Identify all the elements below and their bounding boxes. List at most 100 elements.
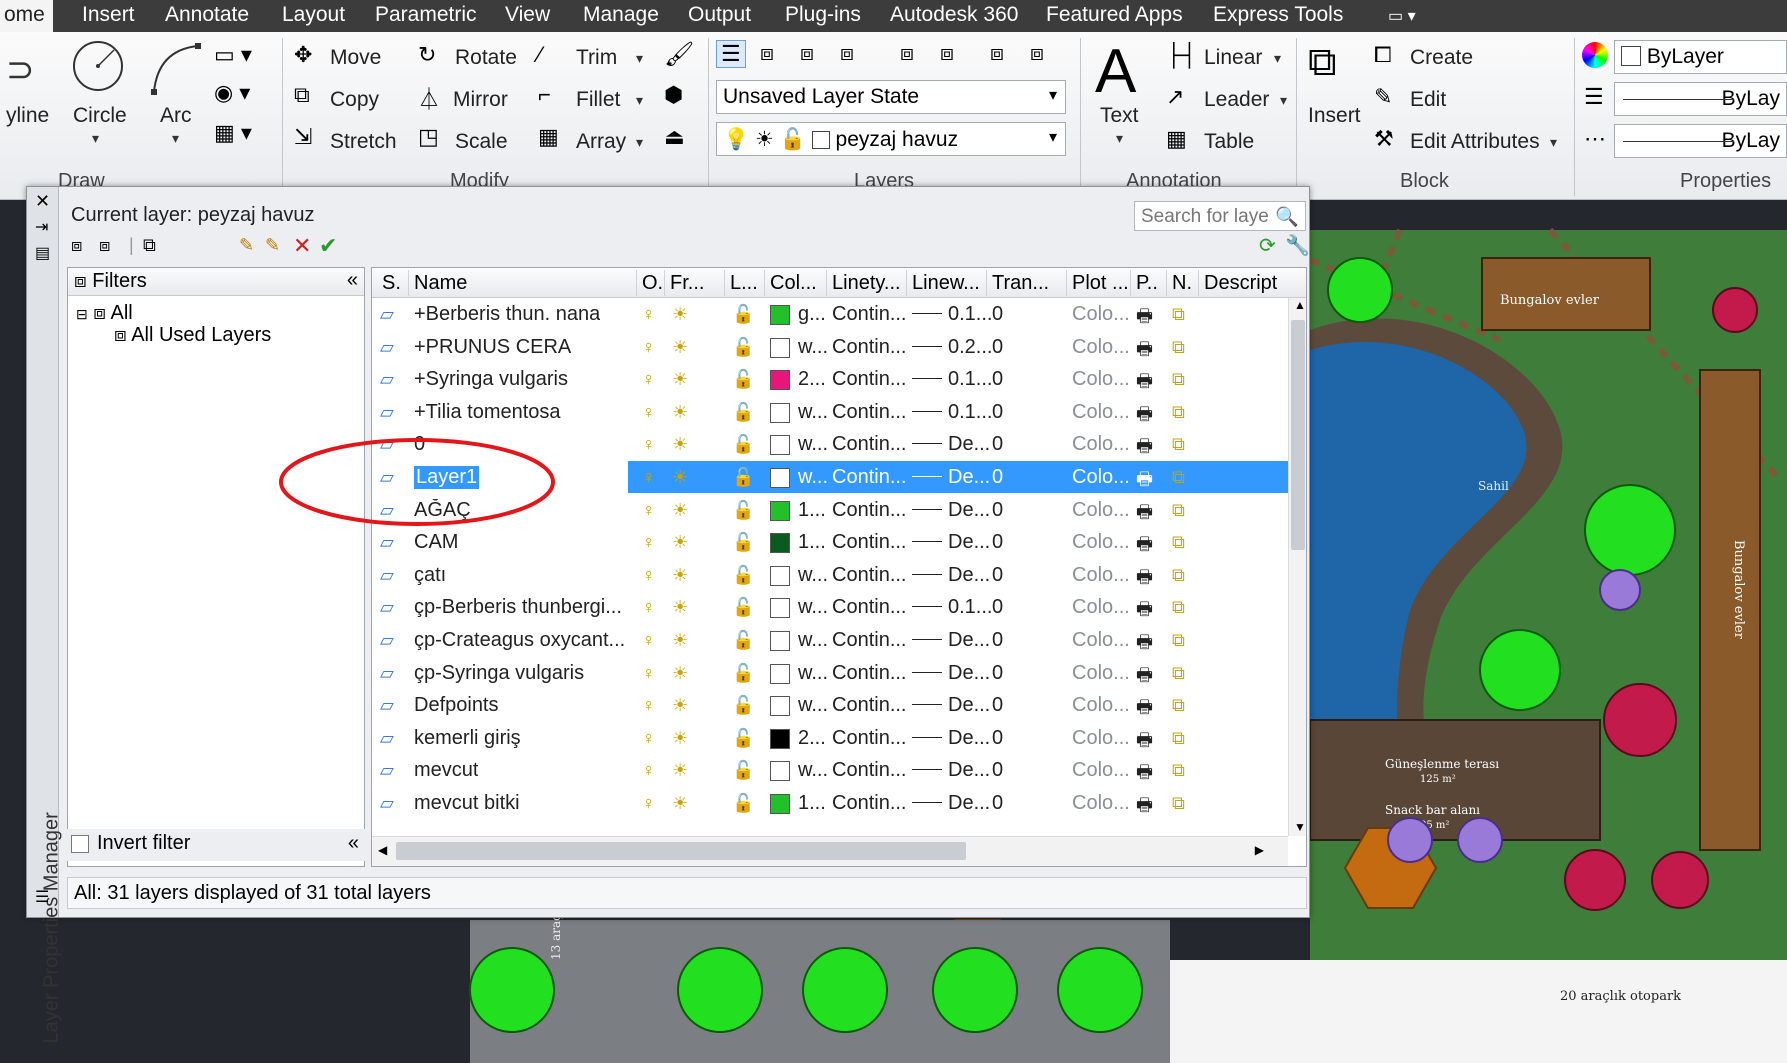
scroll-thumb[interactable]	[1291, 320, 1305, 550]
printer-icon[interactable]: 🖶	[1136, 728, 1153, 758]
printer-icon[interactable]: 🖶	[1136, 695, 1153, 725]
new-filter-icon[interactable]: ⧈	[71, 235, 82, 256]
lock-icon[interactable]: 🔓	[732, 500, 754, 521]
layer-color-swatch[interactable]	[770, 598, 790, 619]
layer-plot-style[interactable]: Colo...	[1072, 401, 1130, 424]
sun-icon[interactable]: ☀	[672, 663, 688, 684]
layer-plot-style[interactable]: Colo...	[1072, 596, 1130, 619]
fillet-chevron-down-icon[interactable]: ▾	[636, 92, 643, 109]
hatch-icon[interactable]: ◉ ▾	[214, 80, 250, 106]
bulb-icon[interactable]: ♀	[642, 597, 656, 618]
new-viewport-freeze-icon[interactable]: ⧉	[1172, 760, 1185, 781]
column-header[interactable]: Descript	[1204, 272, 1277, 295]
layer-color-swatch[interactable]	[770, 533, 790, 554]
stretch-icon[interactable]: ⇲	[294, 124, 312, 150]
layer-plot-style[interactable]: Colo...	[1072, 466, 1130, 489]
rectangle-icon[interactable]: ▭ ▾	[214, 42, 252, 68]
leader-button[interactable]: Leader	[1204, 88, 1269, 112]
boundary-icon[interactable]: ▦ ▾	[214, 120, 252, 146]
scroll-down-icon[interactable]: ▼	[1294, 820, 1306, 834]
new-layer-frozen-icon[interactable]: ✎	[265, 235, 280, 256]
layer-color-swatch[interactable]	[770, 402, 790, 423]
column-separator[interactable]	[1166, 270, 1167, 296]
lock-icon[interactable]: 🔓	[732, 695, 754, 716]
layer-name[interactable]: mevcut	[414, 759, 478, 782]
layer-plot-style[interactable]: Colo...	[1072, 759, 1130, 782]
sun-icon[interactable]: ☀	[672, 402, 688, 423]
layer-color-name[interactable]: 2...	[798, 368, 826, 391]
layer-color-name[interactable]: w...	[798, 433, 828, 456]
fillet-button[interactable]: Fillet	[576, 88, 620, 112]
layer-color-name[interactable]: w...	[798, 629, 828, 652]
column-separator[interactable]	[906, 270, 907, 296]
layer-name[interactable]: mevcut bitki	[414, 792, 520, 815]
new-viewport-freeze-icon[interactable]: ⧉	[1172, 663, 1185, 684]
layer-name[interactable]: +Berberis thun. nana	[414, 303, 600, 326]
new-viewport-freeze-icon[interactable]: ⧉	[1172, 500, 1185, 521]
new-viewport-freeze-icon[interactable]: ⧉	[1172, 793, 1185, 814]
printer-icon[interactable]: 🖶	[1136, 402, 1153, 432]
layer-lineweight[interactable]: 0.1...	[948, 303, 992, 326]
new-layer-icon[interactable]: ✎	[239, 235, 254, 256]
create-button[interactable]: Create	[1410, 46, 1473, 70]
column-header[interactable]: L...	[730, 272, 758, 295]
layer-icon[interactable]: ⧈	[800, 40, 814, 66]
layer-color-name[interactable]: 1...	[798, 531, 826, 554]
bulb-icon[interactable]: ♀	[642, 695, 656, 716]
column-header[interactable]: Name	[414, 272, 467, 295]
layer-lineweight[interactable]: De...	[948, 499, 990, 522]
rotate-button[interactable]: Rotate	[455, 46, 517, 70]
bulb-icon[interactable]: ♀	[642, 728, 656, 749]
layer-plot-style[interactable]: Colo...	[1072, 629, 1130, 652]
invert-filter-checkbox[interactable]	[71, 835, 89, 853]
layer-lineweight[interactable]: De...	[948, 792, 990, 815]
bulb-icon[interactable]: ♀	[642, 434, 656, 455]
vertical-scrollbar[interactable]: ▲ ▼	[1288, 298, 1306, 836]
column-separator[interactable]	[408, 270, 409, 296]
printer-icon[interactable]: 🖶	[1136, 663, 1153, 693]
printer-icon[interactable]: 🖶	[1136, 630, 1153, 660]
tree-collapse-icon[interactable]: ⊟	[76, 306, 88, 322]
layer-color-name[interactable]: w...	[798, 694, 828, 717]
layer-icon[interactable]: ⧈	[940, 40, 954, 66]
lock-icon[interactable]: 🔓	[732, 728, 754, 749]
sun-icon[interactable]: ☀	[672, 695, 688, 716]
layer-color-swatch[interactable]	[770, 794, 790, 814]
linear-dimension-icon[interactable]: ├┤	[1166, 42, 1197, 68]
horizontal-scrollbar[interactable]: ◀ ▶	[372, 836, 1288, 866]
layer-linetype[interactable]: Contin...	[832, 531, 906, 554]
arc-label[interactable]: Arc	[160, 104, 192, 128]
layer-color-name[interactable]: g...	[798, 303, 826, 326]
block-panel-title[interactable]: Block	[1400, 170, 1449, 193]
column-header[interactable]: Plot ...	[1072, 272, 1129, 295]
menu-manage[interactable]: Manage	[583, 3, 659, 27]
bulb-icon[interactable]: ♀	[642, 630, 656, 651]
layer-icon[interactable]: ⧈	[1030, 40, 1044, 66]
lineweight-icon[interactable]: ☰	[1584, 84, 1604, 110]
layer-plot-style[interactable]: Colo...	[1072, 727, 1130, 750]
settings-wrench-icon[interactable]: 🔧	[1285, 233, 1310, 258]
lock-icon[interactable]: 🔓	[732, 532, 754, 553]
printer-icon[interactable]: 🖶	[1136, 304, 1153, 334]
tree-all-used[interactable]: ⧈ All Used Layers	[114, 324, 271, 347]
bulb-icon[interactable]: ♀	[642, 369, 656, 390]
layer-row[interactable]: ▱ kemerli giriş ♀ ☀ 🔓 2... Contin... De... 0 Colo…	[372, 722, 1292, 754]
sun-icon[interactable]: ☀	[672, 532, 688, 553]
layer-plot-style[interactable]: Colo...	[1072, 564, 1130, 587]
column-separator[interactable]	[986, 270, 987, 296]
arc-icon[interactable]	[148, 40, 204, 96]
layer-linetype[interactable]: Contin...	[832, 596, 906, 619]
layer-color-swatch[interactable]	[770, 435, 790, 456]
layer-name[interactable]: +Syringa vulgaris	[414, 368, 568, 391]
lock-icon[interactable]: 🔓	[732, 337, 754, 358]
layer-color-swatch[interactable]	[770, 468, 790, 488]
layer-color-swatch[interactable]	[770, 500, 790, 521]
palette-properties-icon[interactable]: ▤	[35, 243, 50, 263]
layer-lineweight[interactable]: 0.2...	[948, 336, 992, 359]
new-viewport-freeze-icon[interactable]: ⧉	[1172, 304, 1185, 325]
layer-transparency[interactable]: 0	[992, 727, 1003, 750]
layer-transparency[interactable]: 0	[992, 531, 1003, 554]
layer-transparency[interactable]: 0	[992, 662, 1003, 685]
bulb-icon[interactable]: ♀	[642, 760, 656, 781]
edit-button[interactable]: Edit	[1410, 88, 1446, 112]
